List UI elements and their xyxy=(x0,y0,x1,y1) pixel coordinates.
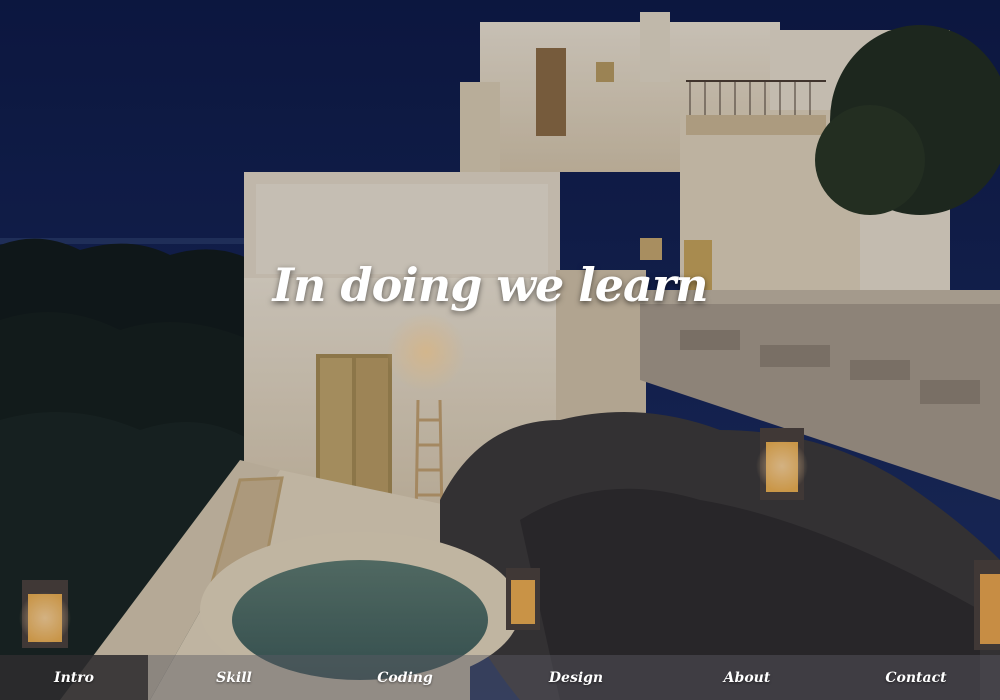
nav-item-coding[interactable]: Coding xyxy=(320,655,490,700)
nav-item-about[interactable]: About xyxy=(662,655,832,700)
nav-item-skill[interactable]: Skill xyxy=(148,655,320,700)
hero-background-image xyxy=(0,0,1000,700)
bottom-nav: Intro Skill Coding Design About Contact xyxy=(0,655,1000,700)
hero-title: In doing we learn xyxy=(272,258,708,312)
nav-item-design[interactable]: Design xyxy=(490,655,662,700)
nav-item-contact[interactable]: Contact xyxy=(832,655,1000,700)
nav-item-intro[interactable]: Intro xyxy=(0,655,148,700)
